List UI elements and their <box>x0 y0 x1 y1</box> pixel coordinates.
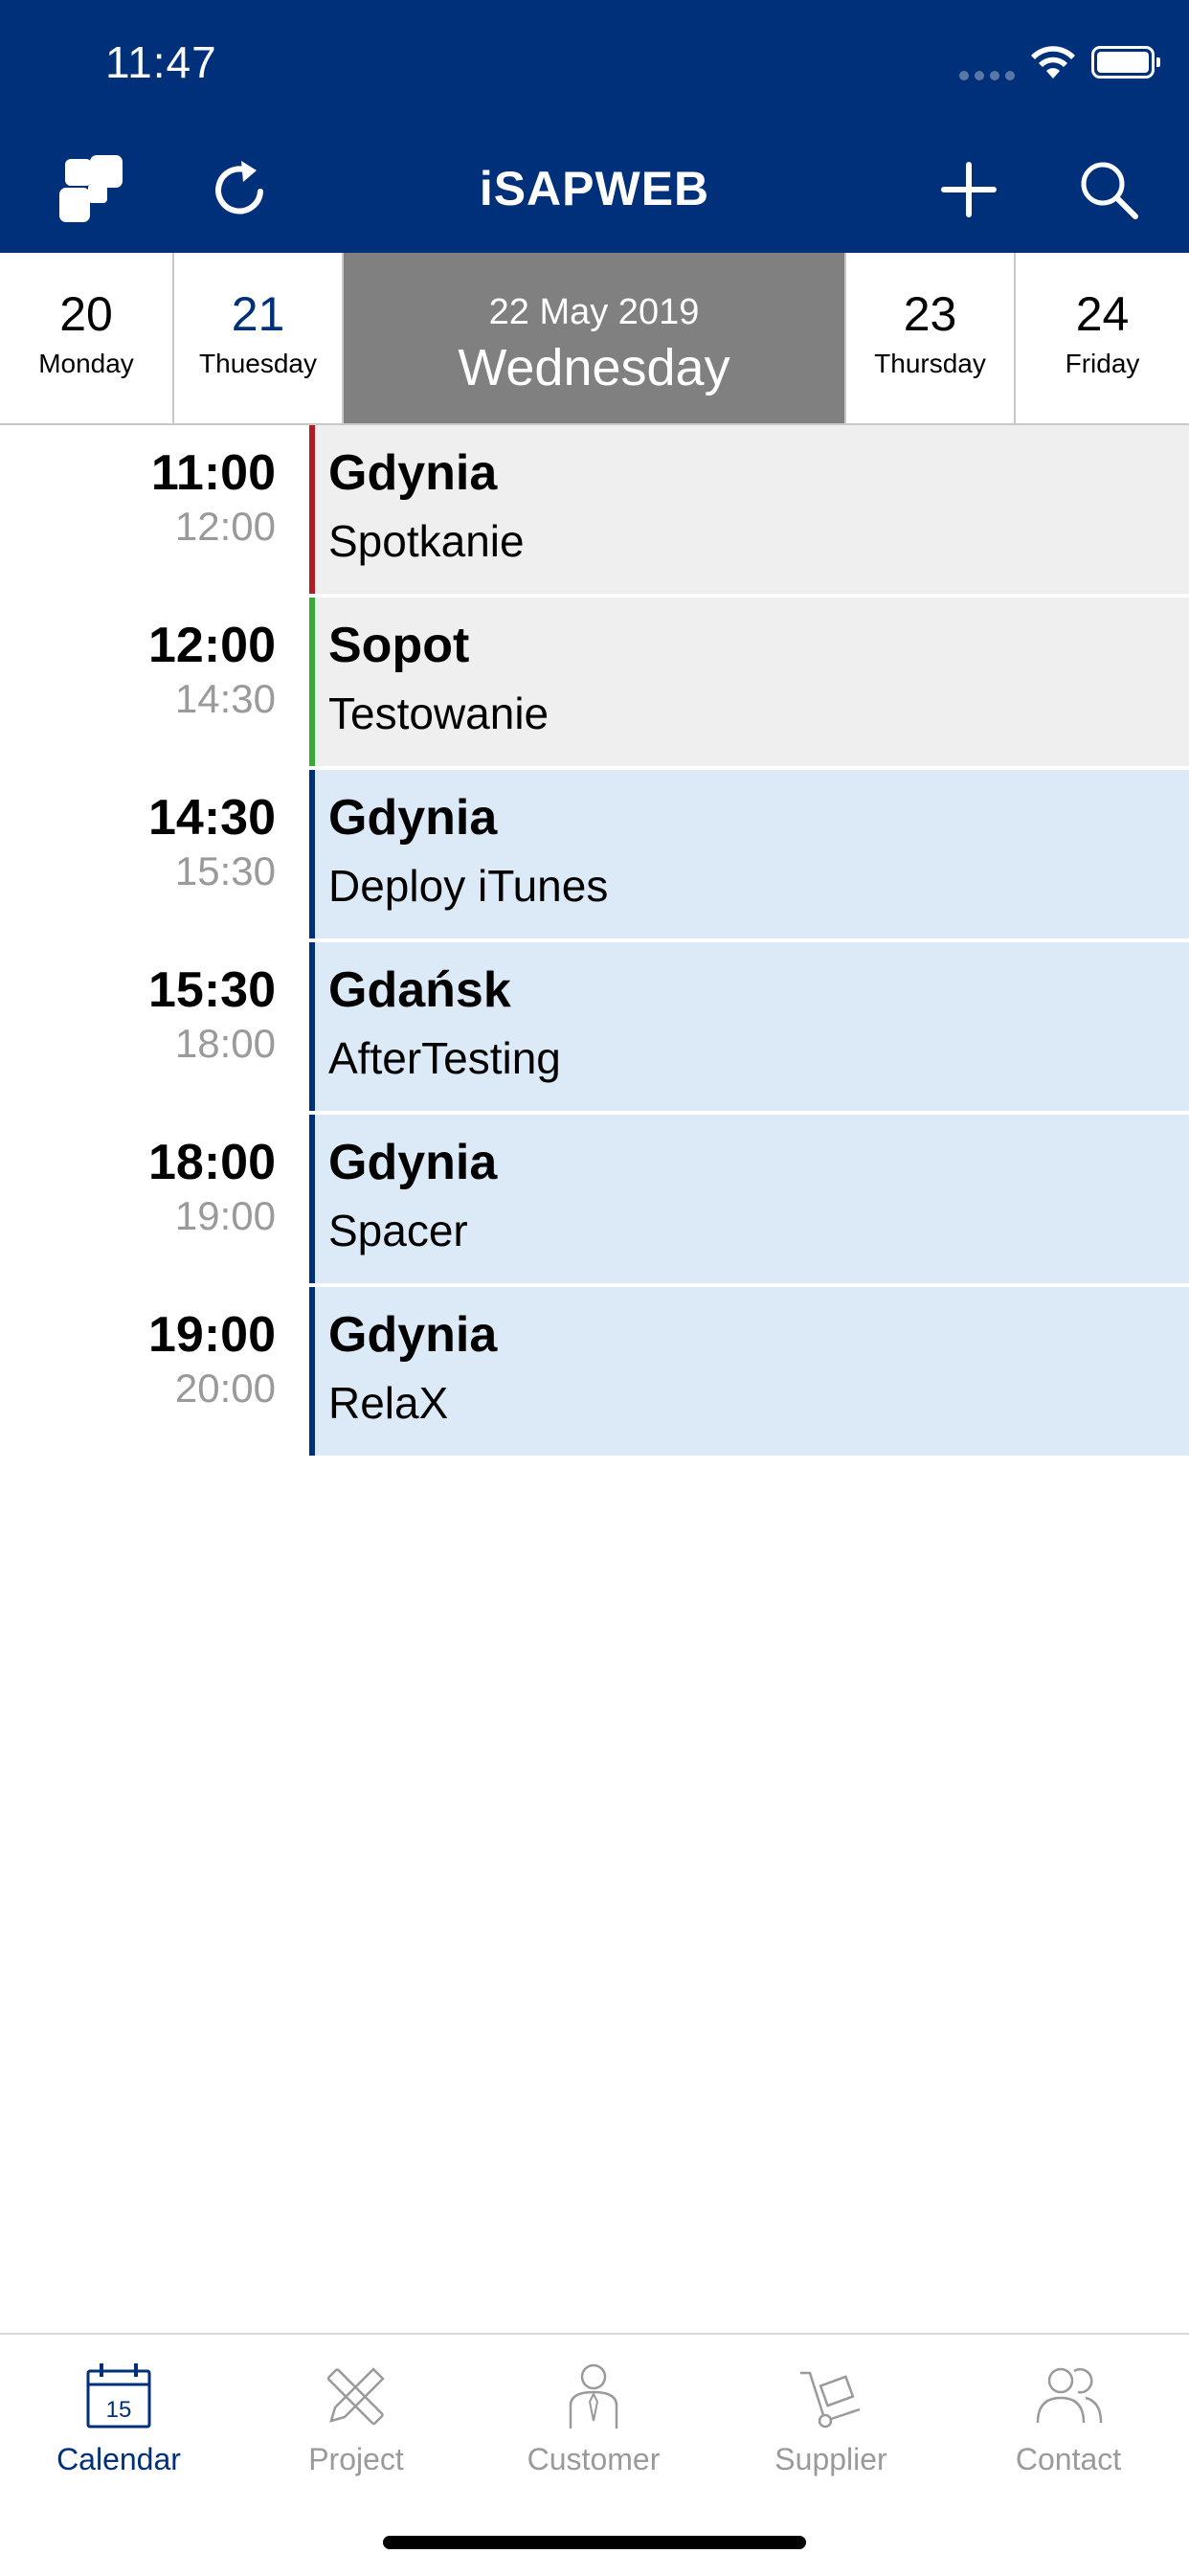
tab-supplier[interactable]: Supplier <box>712 2335 950 2526</box>
event-row[interactable]: 11:00 12:00 Gdynia Spotkanie <box>0 425 1189 594</box>
tab-label: Supplier <box>774 2442 887 2476</box>
add-icon[interactable] <box>932 153 1005 226</box>
event-row[interactable]: 12:00 14:30 Sopot Testowanie <box>0 598 1189 766</box>
event-title: Testowanie <box>328 689 550 738</box>
tab-calendar[interactable]: 15 Calendar <box>0 2335 237 2526</box>
event-end-time: 14:30 <box>174 676 276 721</box>
hand-truck-icon <box>800 2371 861 2429</box>
ruler-pencil-icon <box>326 2367 385 2426</box>
event-card[interactable]: Gdynia Spacer <box>309 1115 1189 1283</box>
home-indicator <box>383 2536 806 2549</box>
day-number: 21 <box>231 287 285 341</box>
event-row[interactable]: 19:00 20:00 Gdynia RelaX <box>0 1287 1189 1456</box>
day-number: 23 <box>903 287 957 341</box>
event-card[interactable]: Gdynia Spotkanie <box>309 425 1189 594</box>
event-card[interactable]: Gdynia RelaX <box>309 1287 1189 1456</box>
tab-contact[interactable]: Contact <box>950 2335 1187 2526</box>
battery-icon <box>1091 46 1160 79</box>
event-title: AfterTesting <box>328 1033 561 1083</box>
event-location: Gdynia <box>328 445 498 501</box>
tab-customer[interactable]: Customer <box>475 2335 712 2526</box>
day-name: Monday <box>38 349 134 378</box>
selected-day-name: Wednesday <box>458 339 730 396</box>
event-card[interactable]: Gdynia Deploy iTunes <box>309 770 1189 938</box>
wifi-icon <box>1031 46 1075 79</box>
event-start-time: 14:30 <box>148 790 276 846</box>
day-number: 24 <box>1075 287 1130 341</box>
day-number: 20 <box>59 287 113 341</box>
event-end-time: 15:30 <box>174 848 276 893</box>
event-row[interactable]: 18:00 19:00 Gdynia Spacer <box>0 1115 1189 1283</box>
tab-label: Calendar <box>56 2442 181 2476</box>
tab-label: Project <box>308 2442 404 2476</box>
calendar-icon-day: 15 <box>106 2397 132 2423</box>
event-title: RelaX <box>328 1378 449 1428</box>
event-location: Gdańsk <box>328 962 511 1018</box>
day-wednesday-selected[interactable]: 22 May 2019 Wednesday <box>344 253 846 423</box>
event-start-time: 19:00 <box>148 1307 276 1363</box>
cellular-signal-icon <box>959 71 1015 80</box>
person-icon <box>569 2363 618 2429</box>
event-end-time: 20:00 <box>174 1366 276 1411</box>
event-location: Sopot <box>328 618 470 673</box>
event-title: Spacer <box>328 1206 468 1255</box>
event-title: Deploy iTunes <box>328 861 609 911</box>
event-start-time: 11:00 <box>150 445 276 501</box>
app-title: iSAPWEB <box>479 162 710 215</box>
search-icon[interactable] <box>1072 153 1145 226</box>
app-header: 11:47 iSAPWEB <box>0 0 1189 253</box>
tab-label: Customer <box>527 2442 661 2476</box>
tab-project[interactable]: Project <box>237 2335 475 2526</box>
event-end-time: 19:00 <box>174 1193 276 1238</box>
event-start-time: 18:00 <box>148 1135 276 1190</box>
event-row[interactable]: 14:30 15:30 Gdynia Deploy iTunes <box>0 770 1189 938</box>
status-icons <box>902 42 1189 90</box>
day-friday[interactable]: 24 Friday <box>1016 253 1189 423</box>
day-thursday[interactable]: 23 Thursday <box>846 253 1016 423</box>
event-location: Gdynia <box>328 1307 498 1363</box>
event-card[interactable]: Sopot Testowanie <box>309 598 1189 766</box>
event-card[interactable]: Gdańsk AfterTesting <box>309 942 1189 1111</box>
event-start-time: 12:00 <box>148 618 276 673</box>
event-list: 11:00 12:00 Gdynia Spotkanie 12:00 14:30… <box>0 425 1189 1459</box>
day-name: Thursday <box>874 349 986 378</box>
event-row[interactable]: 15:30 18:00 Gdańsk AfterTesting <box>0 942 1189 1111</box>
day-tuesday[interactable]: 21 Thuesday <box>174 253 344 423</box>
people-icon <box>1036 2367 1103 2424</box>
status-time: 11:47 <box>105 37 217 87</box>
day-name: Thuesday <box>199 349 317 378</box>
day-monday[interactable]: 20 Monday <box>0 253 174 423</box>
day-strip: 20 Monday 21 Thuesday 22 May 2019 Wednes… <box>0 253 1189 425</box>
day-name: Friday <box>1065 349 1140 378</box>
event-start-time: 15:30 <box>148 962 276 1018</box>
selected-date: 22 May 2019 <box>488 292 700 332</box>
event-location: Gdynia <box>328 1135 498 1190</box>
event-location: Gdynia <box>328 790 498 846</box>
calendar-icon: 15 <box>86 2363 151 2429</box>
tab-label: Contact <box>1015 2442 1122 2476</box>
event-end-time: 18:00 <box>174 1021 276 1066</box>
event-end-time: 12:00 <box>174 504 276 549</box>
event-title: Spotkanie <box>328 516 525 566</box>
